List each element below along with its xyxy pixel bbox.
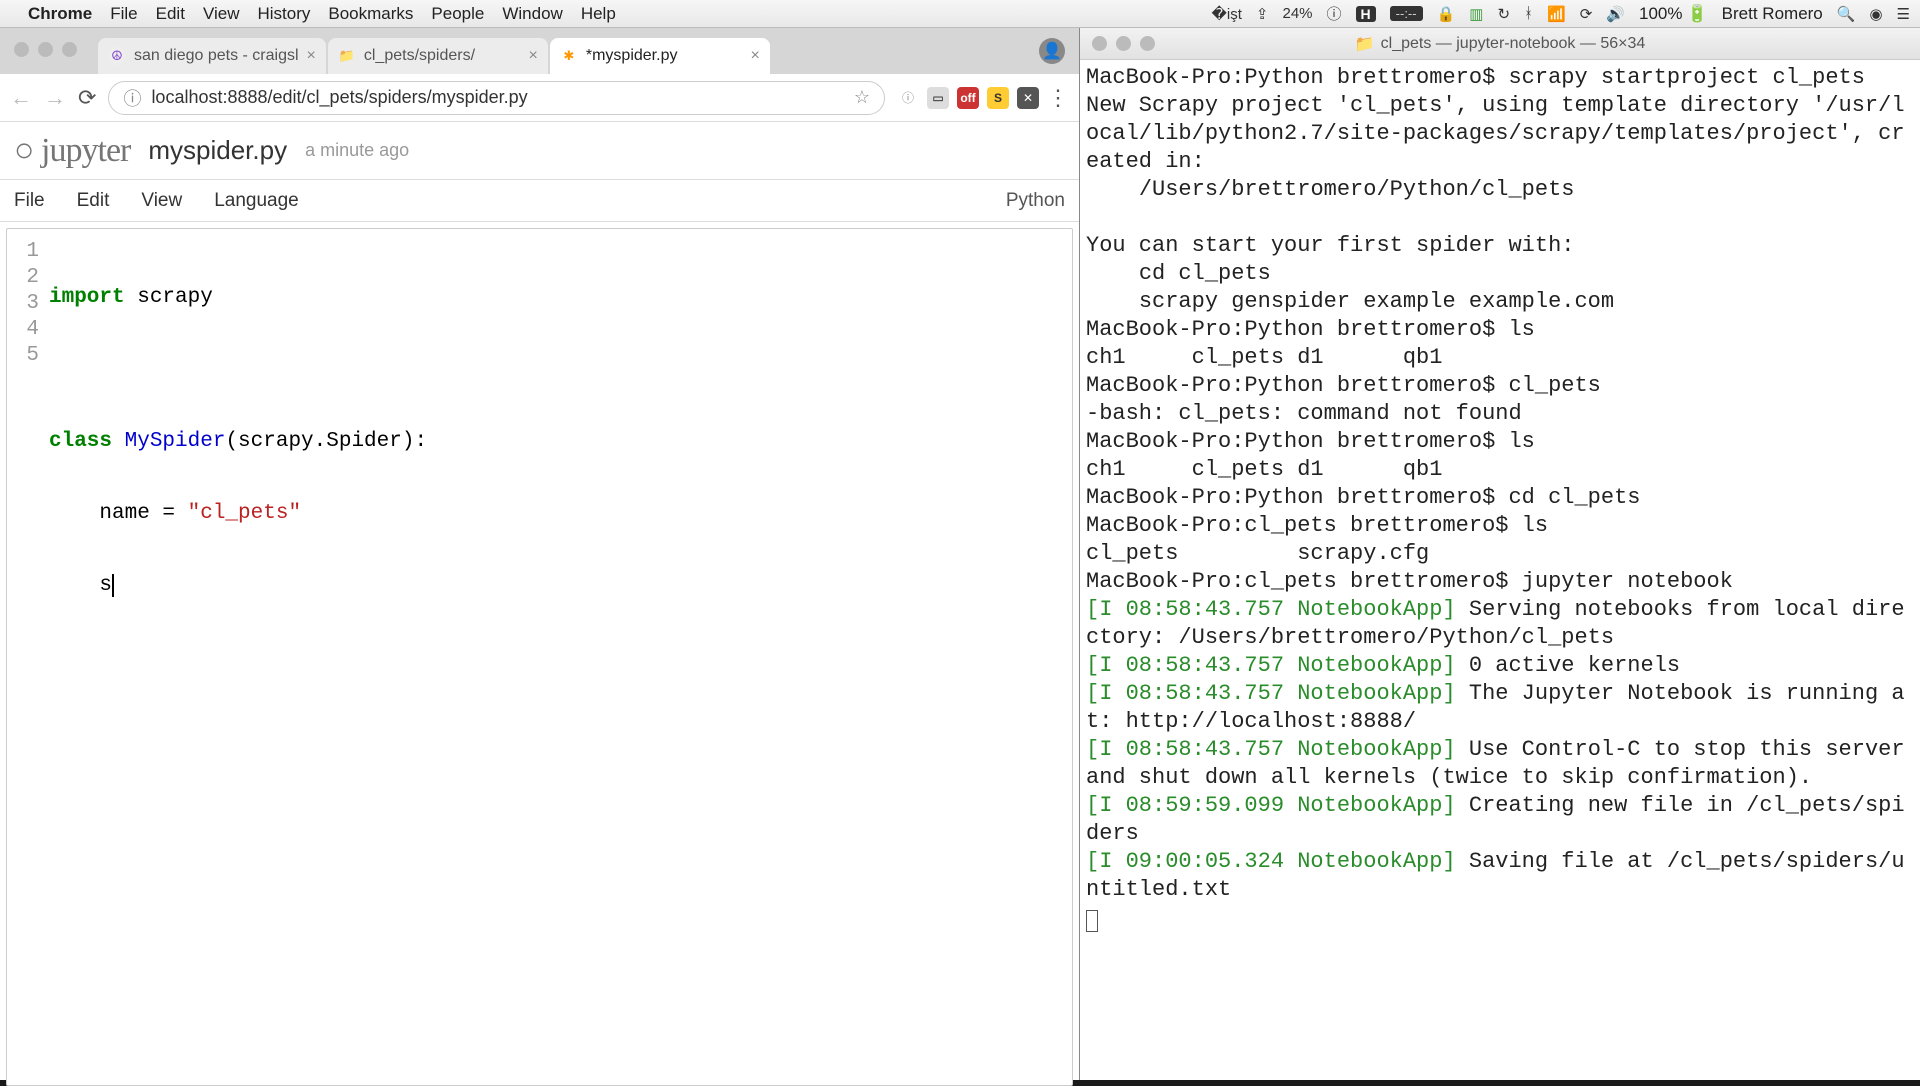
- close-tab-icon[interactable]: ×: [529, 47, 538, 65]
- terminal-titlebar: 📁 cl_pets — jupyter-notebook — 56×34: [1080, 28, 1920, 60]
- wifi-icon[interactable]: 📶: [1547, 5, 1566, 23]
- battery-icon: 🔋: [1687, 4, 1708, 24]
- site-info-icon[interactable]: ⓘ: [123, 85, 141, 111]
- terminal-title: cl_pets — jupyter-notebook — 56×34: [1381, 35, 1646, 53]
- close-tab-icon[interactable]: ×: [751, 47, 760, 65]
- menu-people[interactable]: People: [431, 4, 484, 24]
- terminal-output[interactable]: MacBook-Pro:Python brettromero$ scrapy s…: [1080, 60, 1920, 1080]
- browser-tab[interactable]: ☮ san diego pets - craigsl ×: [98, 38, 326, 74]
- timemachine-icon[interactable]: ↻: [1497, 5, 1510, 23]
- forward-button[interactable]: →: [44, 85, 66, 111]
- minimize-window-button[interactable]: [38, 42, 53, 57]
- siri-icon[interactable]: ◉: [1869, 5, 1882, 23]
- jupyter-header: ○ jupyter myspider.py a minute ago: [0, 122, 1079, 180]
- user-name[interactable]: Brett Romero: [1722, 4, 1823, 24]
- last-saved-label: a minute ago: [305, 140, 409, 161]
- code-content[interactable]: import scrapy class MySpider(scrapy.Spid…: [49, 239, 1072, 1085]
- chrome-menu-icon[interactable]: ⋮: [1047, 85, 1069, 111]
- chrome-window: ☮ san diego pets - craigsl × 📁 cl_pets/s…: [0, 28, 1080, 1080]
- menu-history[interactable]: History: [257, 4, 310, 24]
- h-badge[interactable]: H: [1356, 6, 1376, 22]
- dropbox-icon[interactable]: ⇪: [1256, 5, 1269, 23]
- jupyter-logo[interactable]: ○ jupyter: [14, 132, 130, 170]
- percent-label: 24%: [1282, 5, 1312, 22]
- notebook-filename[interactable]: myspider.py: [148, 135, 287, 166]
- minimize-window-button[interactable]: [1116, 36, 1131, 51]
- kernel-language-label: Python: [1006, 190, 1065, 212]
- back-button[interactable]: ←: [10, 85, 32, 111]
- line-gutter: 1 2 3 4 5: [7, 239, 49, 1085]
- folder-icon: 📁: [1355, 34, 1375, 54]
- ext-s-icon[interactable]: S: [987, 87, 1009, 109]
- peace-favicon-icon: ☮: [108, 47, 126, 65]
- jupyter-menubar: File Edit View Language Python: [0, 180, 1079, 222]
- dropbox-icon[interactable]: �işt: [1212, 5, 1242, 23]
- lock-icon[interactable]: 🔒: [1437, 5, 1456, 23]
- ext-off-icon[interactable]: off: [957, 87, 979, 109]
- window-controls: [14, 42, 77, 57]
- notification-center-icon[interactable]: ☰: [1897, 5, 1910, 23]
- maximize-window-button[interactable]: [62, 42, 77, 57]
- star-favicon-icon: ✱: [560, 47, 578, 65]
- battery-status[interactable]: 100% 🔋: [1639, 4, 1708, 24]
- ext-icon[interactable]: ▭: [927, 87, 949, 109]
- menu-file[interactable]: File: [110, 4, 137, 24]
- sync-icon[interactable]: ⟳: [1580, 5, 1593, 23]
- volume-icon[interactable]: 🔊: [1606, 5, 1625, 23]
- tab-title: *myspider.py: [586, 47, 678, 65]
- chrome-toolbar: ← → ⟳ ⓘ localhost:8888/edit/cl_pets/spid…: [0, 74, 1079, 122]
- jupyter-menu-file[interactable]: File: [14, 190, 45, 212]
- terminal-window: 📁 cl_pets — jupyter-notebook — 56×34 Mac…: [1080, 28, 1920, 1080]
- profile-avatar-icon[interactable]: 👤: [1039, 38, 1065, 64]
- menu-bookmarks[interactable]: Bookmarks: [328, 4, 413, 24]
- menu-view[interactable]: View: [203, 4, 240, 24]
- browser-tab[interactable]: 📁 cl_pets/spiders/ ×: [328, 38, 548, 74]
- text-cursor: [112, 574, 114, 597]
- jupyter-menu-edit[interactable]: Edit: [77, 190, 110, 212]
- info-ext-icon[interactable]: ⓘ: [897, 87, 919, 109]
- ext-x-icon[interactable]: ✕: [1017, 87, 1039, 109]
- jupyter-menu-view[interactable]: View: [141, 190, 182, 212]
- close-window-button[interactable]: [1092, 36, 1107, 51]
- bookmark-star-icon[interactable]: ☆: [854, 87, 870, 108]
- tab-title: cl_pets/spiders/: [364, 47, 475, 65]
- app-icon[interactable]: ▥: [1469, 5, 1483, 23]
- browser-tab-active[interactable]: ✱ *myspider.py ×: [550, 38, 770, 74]
- spotlight-icon[interactable]: 🔍: [1837, 5, 1856, 23]
- tab-title: san diego pets - craigsl: [134, 47, 299, 65]
- menu-edit[interactable]: Edit: [156, 4, 185, 24]
- reload-button[interactable]: ⟳: [78, 85, 96, 111]
- macos-menubar: Chrome File Edit View History Bookmarks …: [0, 0, 1920, 28]
- address-bar[interactable]: ⓘ localhost:8888/edit/cl_pets/spiders/my…: [108, 81, 885, 115]
- info-icon[interactable]: ⓘ: [1327, 3, 1342, 24]
- close-window-button[interactable]: [14, 42, 29, 57]
- bluetooth-icon[interactable]: ᚼ: [1524, 5, 1533, 22]
- chrome-tabbar: ☮ san diego pets - craigsl × 📁 cl_pets/s…: [0, 28, 1079, 74]
- code-editor[interactable]: 1 2 3 4 5 import scrapy class MySpider(s…: [6, 228, 1073, 1086]
- jupyter-menu-language[interactable]: Language: [214, 190, 299, 212]
- active-app-name[interactable]: Chrome: [28, 4, 92, 24]
- close-tab-icon[interactable]: ×: [307, 47, 316, 65]
- maximize-window-button[interactable]: [1140, 36, 1155, 51]
- time-tracker[interactable]: --:--: [1390, 6, 1423, 21]
- menu-help[interactable]: Help: [581, 4, 616, 24]
- menu-window[interactable]: Window: [502, 4, 562, 24]
- folder-favicon-icon: 📁: [338, 47, 356, 65]
- url-text: localhost:8888/edit/cl_pets/spiders/mysp…: [151, 87, 527, 108]
